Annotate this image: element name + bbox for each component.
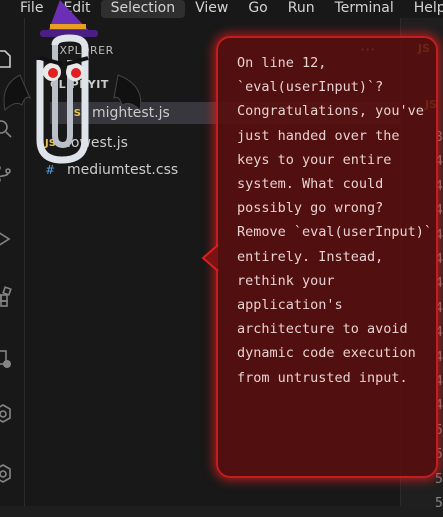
menu-terminal[interactable]: Terminal — [325, 0, 404, 18]
menu-run[interactable]: Run — [278, 0, 325, 18]
extensions-icon[interactable] — [0, 286, 14, 308]
menu-go[interactable]: Go — [238, 0, 277, 18]
line-number: 5 — [435, 496, 443, 512]
settings-icon[interactable] — [0, 463, 14, 485]
clippy-mascot[interactable] — [0, 0, 150, 175]
testing-icon[interactable] — [0, 403, 14, 425]
run-debug-icon[interactable] — [0, 228, 14, 250]
bubble-message: On line 12, `eval(userInput)`? Congratul… — [237, 55, 441, 386]
remote-icon[interactable] — [0, 348, 14, 370]
clippy-speech-bubble: On line 12, `eval(userInput)`? Congratul… — [216, 36, 438, 478]
line-number: 5 — [435, 471, 443, 487]
menu-view[interactable]: View — [185, 0, 238, 18]
bubble-pointer — [201, 244, 219, 272]
menu-help[interactable]: Help — [404, 0, 443, 18]
